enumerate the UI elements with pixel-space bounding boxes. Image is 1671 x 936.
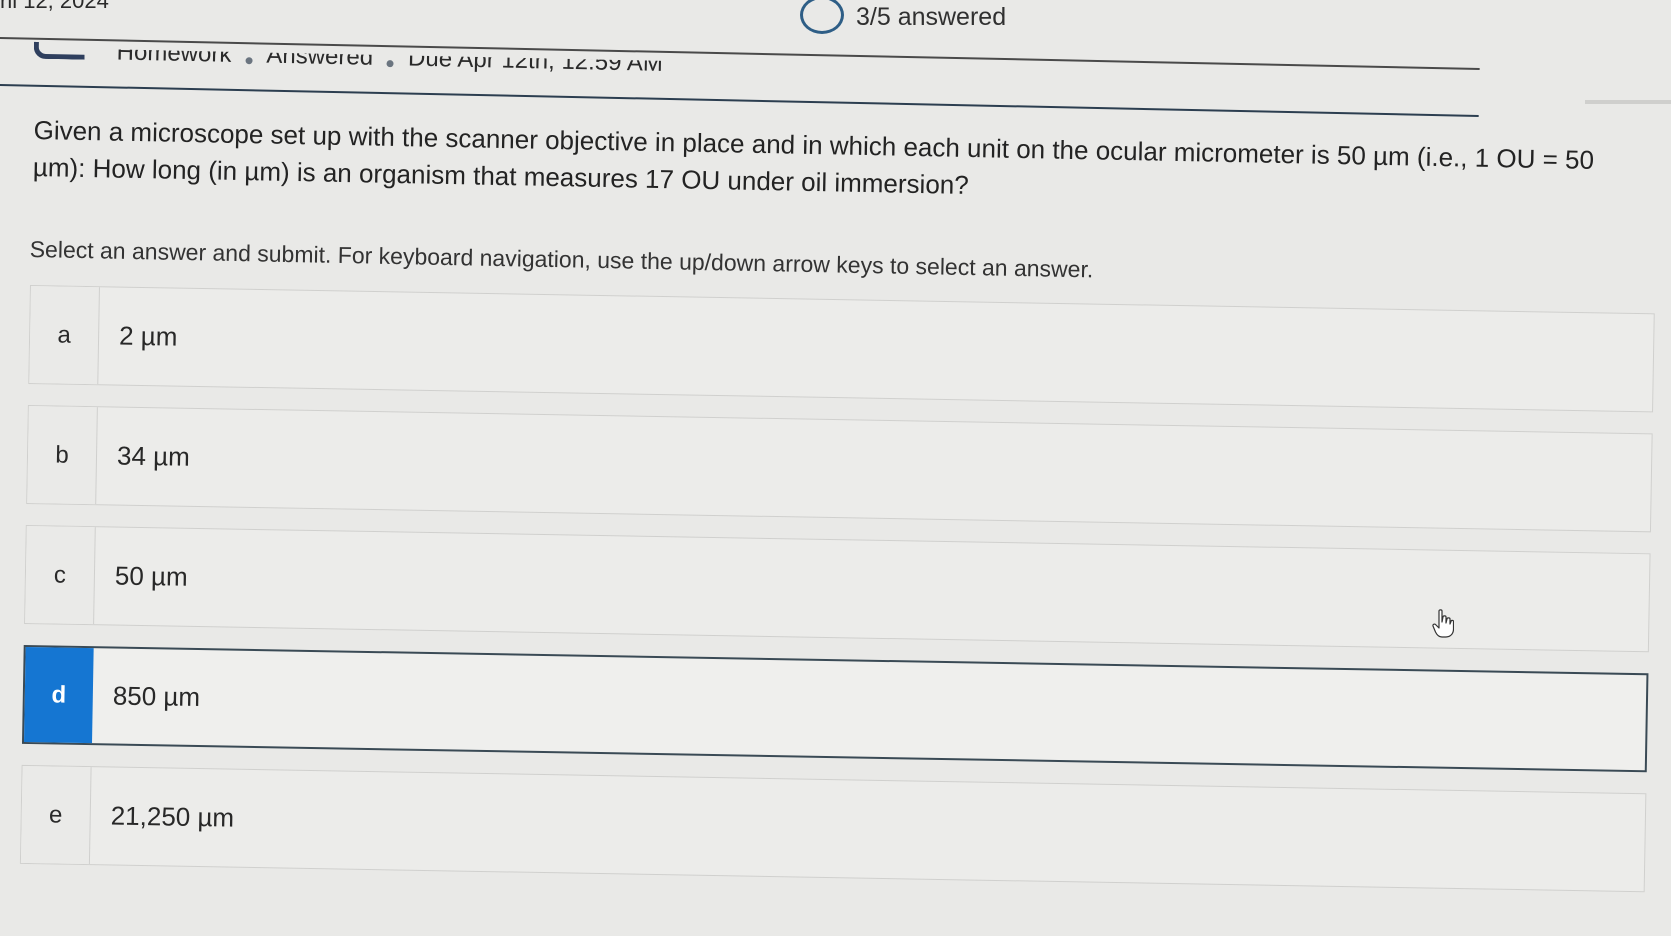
breadcrumb-status: Answered: [266, 41, 374, 71]
breadcrumb-separator-dot: [387, 60, 394, 67]
assignment-header: Homework Answered Due Apr 12th, 12:59 AM: [0, 37, 1480, 128]
breadcrumb-separator-dot: [245, 57, 252, 64]
answer-letter: c: [25, 525, 96, 625]
answer-option-d[interactable]: d 850 µm: [21, 644, 1649, 773]
answer-option-a[interactable]: a 2 µm: [28, 285, 1655, 413]
question-text: Given a microscope set up with the scann…: [32, 114, 1595, 200]
answer-option-e[interactable]: e 21,250 µm: [19, 764, 1647, 893]
answer-letter: b: [27, 405, 98, 505]
breadcrumb-section[interactable]: Homework: [116, 39, 231, 67]
answer-instruction: Select an answer and submit. For keyboar…: [29, 236, 1094, 283]
answer-value: 850 µm: [112, 680, 201, 713]
progress-text: 3/5 answered: [856, 2, 1007, 31]
answer-option-b[interactable]: b 34 µm: [26, 404, 1653, 533]
hand-pointer-icon: [1432, 609, 1454, 638]
answer-list: a 2 µm b 34 µm c 50 µm d 850 µm e 21,250…: [19, 285, 1655, 913]
progress-indicator: 3/5 answered: [800, 0, 1006, 34]
answer-letter: d: [24, 646, 94, 744]
answer-option-c[interactable]: c 50 µm: [24, 524, 1651, 653]
answer-letter: a: [29, 286, 100, 385]
scrollbar-edge: [1585, 100, 1671, 104]
answer-letter: e: [20, 765, 92, 865]
header-divider-bottom: [0, 83, 1479, 117]
progress-ring-icon: [800, 0, 844, 34]
answer-value: 21,250 µm: [110, 800, 235, 833]
answer-value: 50 µm: [114, 560, 188, 592]
answer-value: 34 µm: [116, 440, 191, 472]
answer-value: 2 µm: [118, 320, 178, 352]
back-arrow-icon[interactable]: [33, 41, 85, 60]
due-date-fragment: ril 12, 2024: [0, 0, 109, 13]
